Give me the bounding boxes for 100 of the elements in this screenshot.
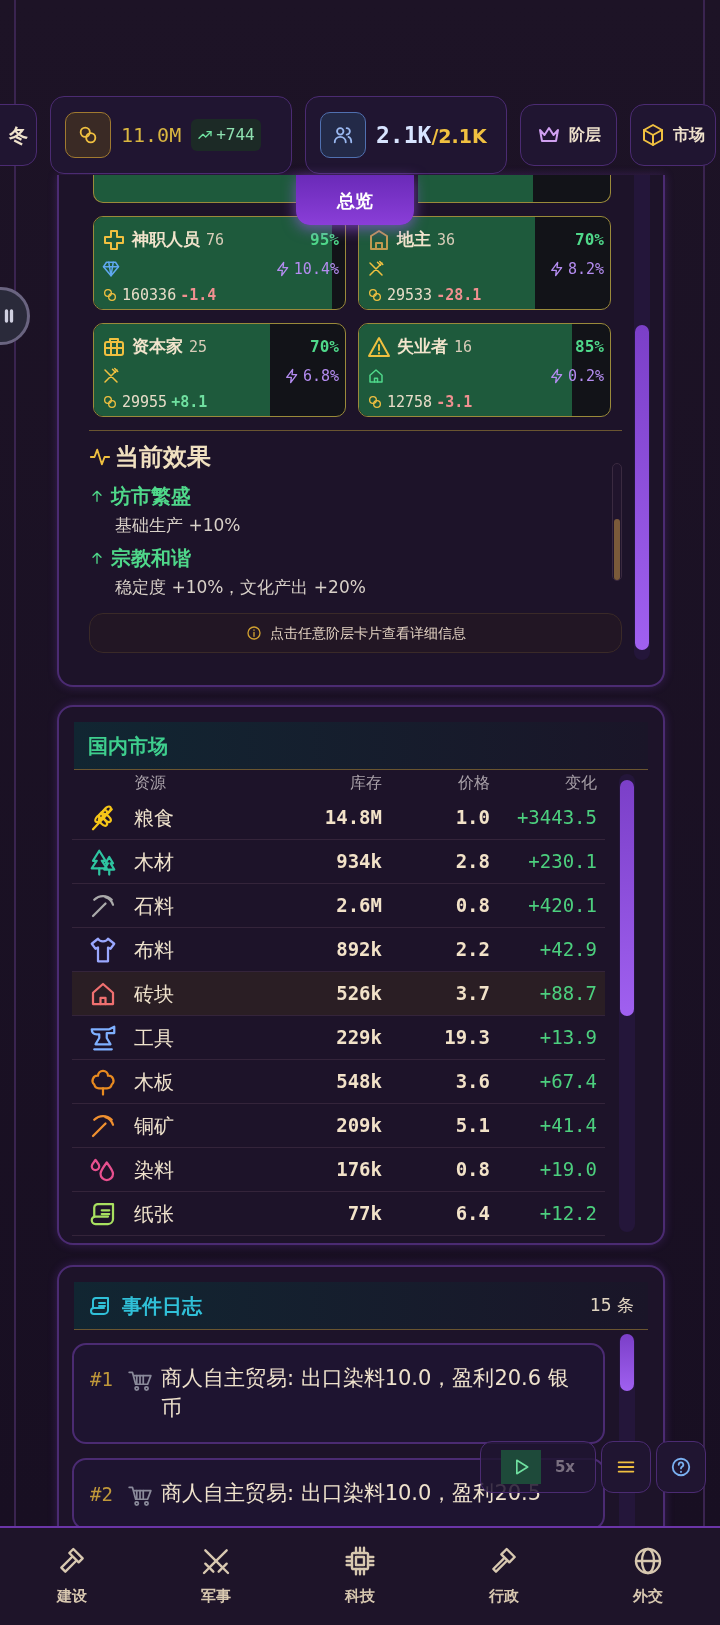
stratum-name: 地主 (397, 228, 431, 251)
wealth-value: 29955 (122, 392, 168, 413)
hint-text: 点击任意阶层卡片查看详细信息 (269, 623, 466, 643)
treasury-amount: 11.0M (121, 122, 182, 149)
price-value: 0.8 (454, 893, 490, 919)
change-value: +230.1 (527, 849, 597, 875)
nav-tab[interactable]: 外交 (576, 1527, 720, 1625)
market-row[interactable]: 铜矿 209k 5.1 +41.4 (72, 1104, 605, 1148)
stock-value: 2.6M (335, 893, 382, 919)
influence-percent: 0.2% (567, 365, 604, 387)
approval-percent: 95% (310, 228, 339, 251)
effect-detail: 稳定度 +10%，文化产出 +20% (115, 575, 367, 599)
entry-number: #1 (90, 1367, 113, 1392)
market-row[interactable]: 石料 2.6M 0.8 +420.1 (72, 884, 605, 928)
wealth-change: -1.4 (180, 285, 217, 306)
cart-icon (126, 1368, 153, 1394)
resource-name: 铜矿 (134, 1112, 175, 1140)
influence-percent: 6.8% (302, 365, 339, 387)
coins-icon (367, 394, 383, 411)
coins-icon (102, 394, 118, 411)
help-icon (670, 1456, 692, 1478)
market-row[interactable]: 木板 548k 3.6 +67.4 (72, 1060, 605, 1104)
price-value: 19.3 (443, 1025, 490, 1051)
change-value: +3443.5 (515, 805, 597, 831)
arrow-up-icon (89, 488, 105, 504)
price-value: 6.4 (454, 1201, 490, 1227)
bolt-icon (283, 367, 300, 384)
entry-number: #2 (90, 1481, 113, 1507)
stock-value: 176k (335, 1157, 382, 1183)
nav-button[interactable]: 阶层 (520, 104, 617, 166)
price-value: 3.7 (454, 981, 490, 1007)
market-row[interactable]: 工具 229k 19.3 +13.9 (72, 1016, 605, 1060)
resource-name: 粮食 (134, 804, 175, 832)
change-value: +19.0 (538, 1157, 597, 1183)
stock-value: 548k (335, 1069, 382, 1095)
wealth-change: +8.1 (171, 392, 208, 413)
stratum-card[interactable]: 资本家 25 70% 6.8% 29955 +8.1 (93, 323, 346, 417)
nav-tab[interactable]: 建设 (0, 1527, 144, 1625)
effect-title: 宗教和谐 (111, 544, 191, 572)
nav-tab[interactable]: 军事 (144, 1527, 288, 1625)
building-icon (367, 227, 391, 252)
stock-value: 209k (335, 1113, 382, 1139)
stock-value: 77k (346, 1201, 382, 1227)
stratum-count: 25 (189, 336, 208, 358)
menu-button[interactable] (601, 1441, 651, 1493)
info-icon (245, 625, 262, 641)
price-value: 0.8 (454, 1157, 490, 1183)
bolt-icon (548, 260, 565, 277)
stock-value: 934k (335, 849, 382, 875)
help-button[interactable] (656, 1441, 706, 1493)
population-button[interactable] (320, 112, 366, 158)
stratum-name: 神职人员 (132, 228, 200, 251)
scrollbar-thumb[interactable] (620, 1334, 634, 1391)
stratum-card[interactable]: 地主 36 70% 8.2% 29533 -28.1 (358, 216, 611, 310)
wealth-value: 160336 (122, 285, 177, 306)
utensils-icon (367, 259, 385, 278)
effect-title: 坊市繁盛 (111, 483, 191, 510)
stock-value: 14.8M (323, 805, 382, 831)
scrollbar-thumb[interactable] (620, 780, 634, 1016)
population-capacity: /2.1K (431, 123, 487, 149)
scrollbar-thumb[interactable] (635, 325, 649, 650)
stratum-count: 16 (454, 336, 473, 358)
section-title: 当前效果 (115, 441, 211, 473)
season-button[interactable]: 冬 (0, 104, 37, 166)
change-value: +420.1 (527, 893, 597, 919)
influence-percent: 8.2% (567, 258, 604, 280)
stratum-card[interactable]: 失业者 16 85% 0.2% 12758 -3.1 (358, 323, 611, 417)
market-row[interactable]: 纸张 77k 6.4 +12.2 (72, 1192, 605, 1236)
nav-tab[interactable]: 科技 (288, 1527, 432, 1625)
wealth-value: 29533 (387, 285, 433, 306)
influence-percent: 10.4% (293, 258, 339, 280)
market-row[interactable]: 粮食 14.8M 1.0 +3443.5 (72, 796, 605, 840)
stratum-count: 76 (206, 229, 225, 251)
column-header: 资源 (134, 772, 167, 794)
bolt-icon (274, 260, 291, 277)
utensils-icon (102, 366, 120, 385)
stratum-card[interactable] (418, 175, 611, 203)
change-value: +12.2 (538, 1201, 597, 1227)
price-value: 5.1 (454, 1113, 490, 1139)
nav-tab[interactable]: 行政 (432, 1527, 576, 1625)
stratum-card[interactable]: 神职人员 76 95% 10.4% 160336 -1.4 (93, 216, 346, 310)
stock-value: 229k (335, 1025, 382, 1051)
home-icon (367, 366, 385, 385)
box-icon (641, 123, 665, 147)
nav-button[interactable]: 市场 (630, 104, 716, 166)
change-value: +67.4 (538, 1069, 597, 1095)
overview-tab[interactable]: 总览 (296, 175, 414, 225)
play-button[interactable] (500, 1450, 541, 1484)
warning-icon (367, 334, 391, 359)
section-title: 国内市场 (88, 732, 168, 760)
scrollbar-thumb[interactable] (614, 519, 620, 580)
users-icon (332, 124, 354, 146)
market-row[interactable]: 木材 934k 2.8 +230.1 (72, 840, 605, 884)
coins-button[interactable] (65, 112, 111, 158)
approval-percent: 85% (575, 335, 604, 358)
market-row[interactable]: 砖块 526k 3.7 +88.7 (72, 972, 605, 1016)
price-value: 1.0 (454, 805, 490, 831)
approval-percent: 70% (575, 228, 604, 251)
market-row[interactable]: 染料 176k 0.8 +19.0 (72, 1148, 605, 1192)
entry-text: 商人自主贸易: 出口染料10.0，盈利20.5 (160, 1479, 542, 1507)
